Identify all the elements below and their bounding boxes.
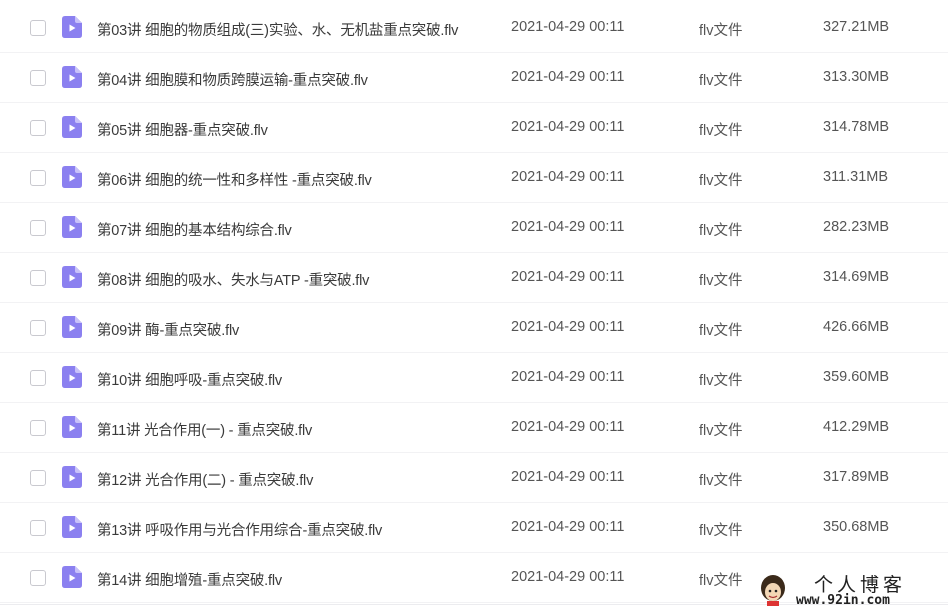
- row-checkbox[interactable]: [30, 320, 46, 336]
- video-file-icon: [62, 466, 82, 488]
- file-type: flv文件: [699, 573, 743, 589]
- file-modified-date: 2021-04-29 00:11: [511, 369, 625, 385]
- video-file-icon: [62, 516, 82, 538]
- file-name[interactable]: 第12讲 光合作用(二) - 重点突破.flv: [97, 469, 313, 490]
- video-file-icon: [62, 16, 82, 38]
- file-modified-date: 2021-04-29 00:11: [511, 269, 625, 285]
- file-modified-date: 2021-04-29 00:11: [511, 419, 625, 435]
- file-row[interactable]: 第12讲 光合作用(二) - 重点突破.flv 2021-04-29 00:11 f…: [0, 453, 948, 503]
- row-checkbox[interactable]: [30, 70, 46, 86]
- file-modified-date: 2021-04-29 00:11: [511, 19, 625, 35]
- file-size: 311.31MB: [823, 169, 889, 185]
- file-row[interactable]: 第11讲 光合作用(一) - 重点突破.flv 2021-04-29 00:11 f…: [0, 403, 948, 453]
- file-size: 313.30MB: [823, 69, 890, 85]
- file-name[interactable]: 第08讲 细胞的吸水、失水与ATP -重突破.flv: [97, 269, 369, 290]
- row-checkbox[interactable]: [30, 370, 46, 386]
- file-row[interactable]: 第06讲 细胞的统一性和多样性 -重点突破.flv 2021-04-29 00:1…: [0, 153, 948, 203]
- file-row[interactable]: 第03讲 细胞的物质组成(三)实验、水、无机盐重点突破.flv 2021-04-2…: [0, 3, 948, 53]
- video-file-icon: [62, 66, 82, 88]
- video-file-icon: [62, 166, 82, 188]
- row-checkbox[interactable]: [30, 20, 46, 36]
- file-row[interactable]: 第10讲 细胞呼吸-重点突破.flv 2021-04-29 00:11 flv文件 3…: [0, 353, 948, 403]
- video-file-icon: [62, 266, 82, 288]
- file-modified-date: 2021-04-29 00:11: [511, 319, 625, 335]
- watermark-url: www.92in.com: [796, 593, 890, 608]
- file-size: 327.21MB: [823, 19, 890, 35]
- video-file-icon: [62, 316, 82, 338]
- file-row[interactable]: 第08讲 细胞的吸水、失水与ATP -重突破.flv 2021-04-29 00:…: [0, 253, 948, 303]
- row-checkbox[interactable]: [30, 570, 46, 586]
- file-modified-date: 2021-04-29 00:11: [511, 469, 625, 485]
- file-row[interactable]: 第05讲 细胞器-重点突破.flv 2021-04-29 00:11 flv文件 31…: [0, 103, 948, 153]
- video-file-icon: [62, 416, 82, 438]
- row-checkbox[interactable]: [30, 270, 46, 286]
- file-size: 426.66MB: [823, 319, 890, 335]
- file-type: flv文件: [699, 173, 743, 189]
- file-name[interactable]: 第06讲 细胞的统一性和多样性 -重点突破.flv: [97, 169, 372, 190]
- row-checkbox[interactable]: [30, 520, 46, 536]
- file-list: 第03讲 细胞的物质组成(三)实验、水、无机盐重点突破.flv 2021-04-2…: [0, 3, 948, 603]
- file-row[interactable]: 第07讲 细胞的基本结构综合.flv 2021-04-29 00:11 flv文件 2…: [0, 203, 948, 253]
- file-size: 412.29MB: [823, 419, 890, 435]
- file-size: 282.23MB: [823, 219, 890, 235]
- file-modified-date: 2021-04-29 00:11: [511, 219, 625, 235]
- file-type: flv文件: [699, 273, 743, 289]
- file-name[interactable]: 第07讲 细胞的基本结构综合.flv: [97, 219, 292, 240]
- file-size: 359.60MB: [823, 369, 890, 385]
- video-file-icon: [62, 116, 82, 138]
- file-type: flv文件: [699, 23, 743, 39]
- row-checkbox[interactable]: [30, 420, 46, 436]
- video-file-icon: [62, 566, 82, 588]
- file-row[interactable]: 第13讲 呼吸作用与光合作用综合-重点突破.flv 2021-04-29 00:1…: [0, 503, 948, 553]
- file-name[interactable]: 第04讲 细胞膜和物质跨膜运输-重点突破.flv: [97, 69, 368, 90]
- file-modified-date: 2021-04-29 00:11: [511, 519, 625, 535]
- file-row[interactable]: 第09讲 酶-重点突破.flv 2021-04-29 00:11 flv文件 426.…: [0, 303, 948, 353]
- file-row[interactable]: 第04讲 细胞膜和物质跨膜运输-重点突破.flv 2021-04-29 00:11…: [0, 53, 948, 103]
- file-type: flv文件: [699, 123, 743, 139]
- file-modified-date: 2021-04-29 00:11: [511, 569, 625, 585]
- file-type: flv文件: [699, 223, 743, 239]
- watermark: 个人博客 www.92in.com: [758, 570, 948, 613]
- file-name[interactable]: 第10讲 细胞呼吸-重点突破.flv: [97, 369, 282, 390]
- row-checkbox[interactable]: [30, 120, 46, 136]
- file-type: flv文件: [699, 473, 743, 489]
- watermark-avatar-icon: [761, 575, 785, 606]
- file-modified-date: 2021-04-29 00:11: [511, 69, 625, 85]
- file-type: flv文件: [699, 323, 743, 339]
- file-modified-date: 2021-04-29 00:11: [511, 169, 625, 185]
- file-name[interactable]: 第13讲 呼吸作用与光合作用综合-重点突破.flv: [97, 519, 382, 540]
- row-checkbox[interactable]: [30, 220, 46, 236]
- file-modified-date: 2021-04-29 00:11: [511, 119, 625, 135]
- file-size: 314.78MB: [823, 119, 890, 135]
- file-name[interactable]: 第09讲 酶-重点突破.flv: [97, 319, 239, 340]
- file-type: flv文件: [699, 423, 743, 439]
- file-type: flv文件: [699, 73, 743, 89]
- file-type: flv文件: [699, 373, 743, 389]
- file-size: 314.69MB: [823, 269, 890, 285]
- video-file-icon: [62, 366, 82, 388]
- file-name[interactable]: 第05讲 细胞器-重点突破.flv: [97, 119, 268, 140]
- file-name[interactable]: 第11讲 光合作用(一) - 重点突破.flv: [97, 419, 312, 440]
- video-file-icon: [62, 216, 82, 238]
- file-name[interactable]: 第14讲 细胞增殖-重点突破.flv: [97, 569, 282, 590]
- file-size: 350.68MB: [823, 519, 890, 535]
- file-type: flv文件: [699, 523, 743, 539]
- file-name[interactable]: 第03讲 细胞的物质组成(三)实验、水、无机盐重点突破.flv: [97, 19, 458, 40]
- file-size: 317.89MB: [823, 469, 890, 485]
- row-checkbox[interactable]: [30, 170, 46, 186]
- row-checkbox[interactable]: [30, 470, 46, 486]
